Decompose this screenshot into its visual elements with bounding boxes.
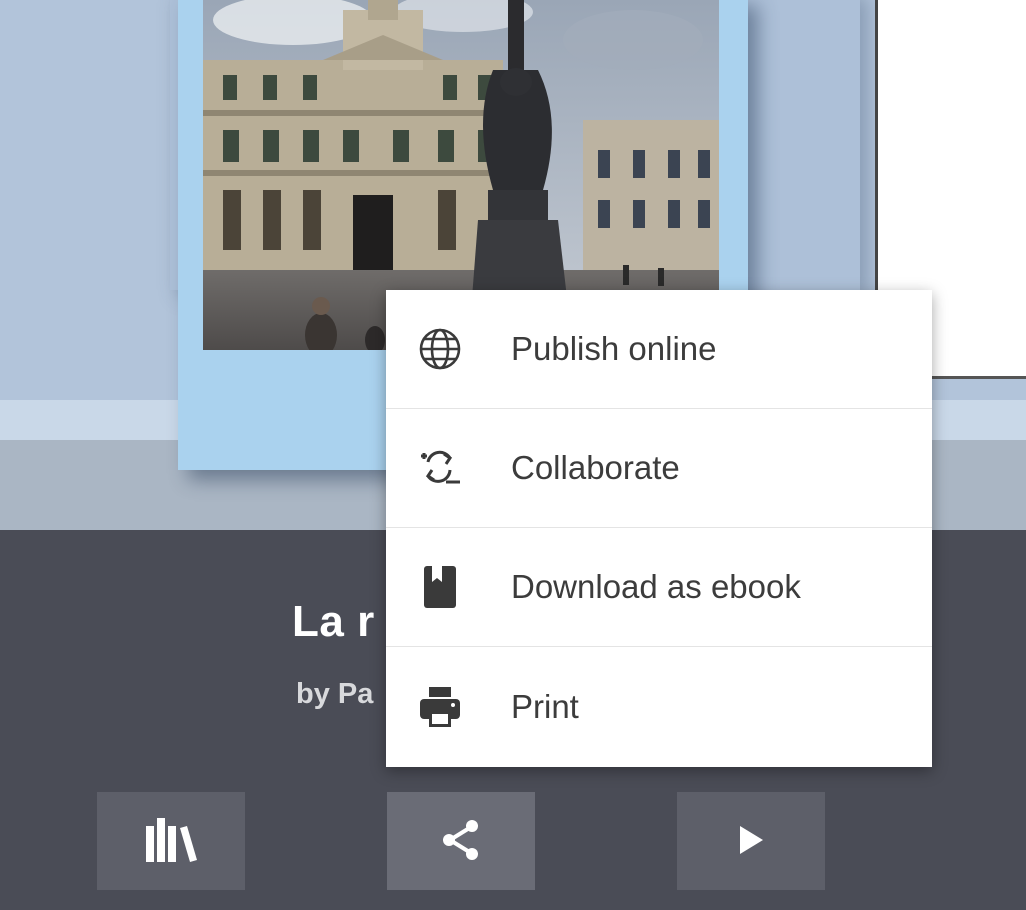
book-title: La r — [292, 597, 375, 646]
printer-icon — [412, 679, 468, 735]
library-button[interactable] — [97, 792, 245, 890]
menu-item-label: Publish online — [511, 330, 717, 367]
menu-item-print[interactable]: Print — [386, 647, 932, 767]
globe-icon — [412, 321, 468, 377]
share-icon — [441, 819, 481, 864]
menu-item-download-ebook[interactable]: Download as ebook — [386, 528, 932, 647]
play-icon — [738, 825, 764, 858]
menu-item-publish-online[interactable]: Publish online — [386, 290, 932, 409]
menu-item-collaborate[interactable]: Collaborate — [386, 409, 932, 528]
share-button[interactable] — [387, 792, 535, 890]
play-button[interactable] — [677, 792, 825, 890]
ebook-icon — [412, 559, 468, 615]
collaborate-icon — [412, 440, 468, 496]
menu-item-label: Download as ebook — [511, 568, 801, 605]
library-icon — [144, 817, 198, 865]
menu-item-label: Print — [511, 688, 579, 725]
share-menu: Publish online Collaborate Download as e… — [386, 290, 932, 767]
book-author: by Pa — [296, 678, 374, 710]
menu-item-label: Collaborate — [511, 449, 680, 486]
